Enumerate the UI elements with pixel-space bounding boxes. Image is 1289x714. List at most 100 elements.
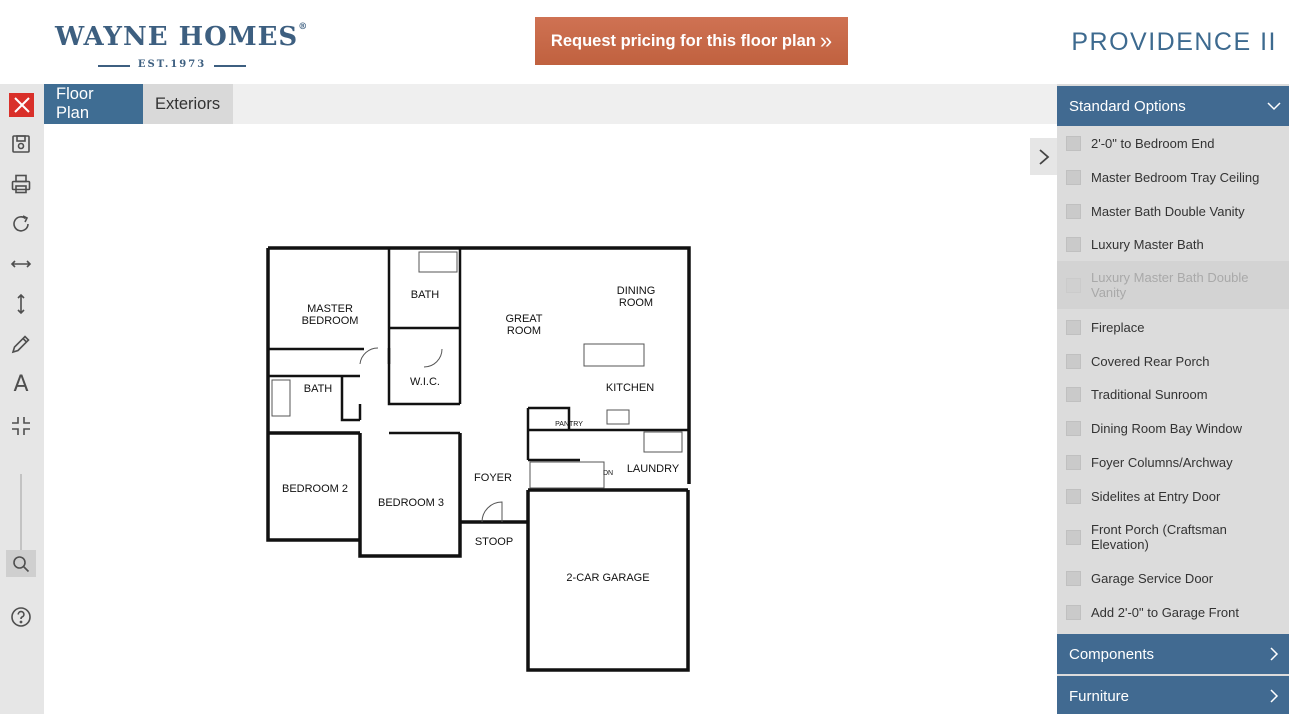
option-bedroom-end[interactable]: 2'-0" to Bedroom End: [1057, 133, 1289, 153]
room-label-great-1: GREAT: [505, 313, 542, 325]
collapse-panel-button[interactable]: [1030, 138, 1057, 175]
option-label: Fireplace: [1091, 319, 1145, 335]
furniture-title: Furniture: [1069, 687, 1130, 705]
option-checkbox[interactable]: [1066, 570, 1081, 586]
room-label-pantry: PANTRY: [555, 421, 583, 428]
zoom-slider-track[interactable]: [20, 474, 22, 550]
option-label: 2'-0" to Bedroom End: [1091, 135, 1215, 151]
redo-icon: [13, 215, 29, 232]
zoom-slider-thumb[interactable]: [6, 550, 36, 577]
help-button[interactable]: [8, 604, 34, 630]
request-pricing-button[interactable]: Request pricing for this floor plan »: [535, 17, 848, 65]
room-label-bedroom-3: BEDROOM 3: [378, 497, 444, 509]
room-label-stoop: STOOP: [475, 536, 513, 548]
fit-view-button[interactable]: [8, 413, 34, 439]
components-title: Components: [1069, 645, 1155, 663]
wayne-homes-logo[interactable]: WAYNE HOMES® EST.1973: [55, 22, 307, 72]
option-sidelites[interactable]: Sidelites at Entry Door: [1057, 486, 1289, 506]
tab-floor-plan[interactable]: Floor Plan: [44, 84, 143, 124]
room-label-master-1: MASTER: [307, 303, 353, 315]
search-icon: [13, 555, 30, 572]
room-label-laundry: LAUNDRY: [627, 463, 680, 475]
option-label: Add 2'-0" to Garage Front: [1091, 604, 1240, 620]
text-icon: A: [13, 371, 29, 397]
option-label: Covered Rear Porch: [1091, 353, 1210, 369]
option-garage-service-door[interactable]: Garage Service Door: [1057, 568, 1289, 588]
option-checkbox[interactable]: [1066, 203, 1081, 219]
left-toolbar: A: [0, 84, 44, 714]
option-luxury-master-bath[interactable]: Luxury Master Bath: [1057, 234, 1289, 254]
option-checkbox[interactable]: [1066, 353, 1081, 369]
save-icon: [12, 135, 30, 153]
furniture-header[interactable]: Furniture: [1057, 676, 1289, 714]
option-tray-ceiling[interactable]: Master Bedroom Tray Ceiling: [1057, 167, 1289, 187]
option-checkbox[interactable]: [1066, 604, 1081, 620]
option-luxury-double-vanity: Luxury Master Bath Double Vanity: [1057, 261, 1289, 309]
option-label: Traditional Sunroom: [1091, 386, 1208, 402]
print-icon: [11, 174, 31, 194]
save-button[interactable]: [8, 131, 34, 157]
option-checkbox[interactable]: [1066, 135, 1081, 151]
option-dining-bay-window[interactable]: Dining Room Bay Window: [1057, 418, 1289, 438]
floor-plan-svg: MASTER BEDROOM BATH GREAT ROOM DINING RO…: [266, 246, 691, 672]
option-covered-rear-porch[interactable]: Covered Rear Porch: [1057, 351, 1289, 371]
option-checkbox[interactable]: [1066, 386, 1081, 402]
tab-exteriors[interactable]: Exteriors: [143, 84, 233, 124]
room-label-master-2: BEDROOM: [302, 315, 359, 327]
room-label-kitchen: KITCHEN: [606, 382, 654, 394]
option-label: Foyer Columns/Archway: [1091, 454, 1233, 470]
help-icon: [11, 607, 31, 627]
request-pricing-label: Request pricing for this floor plan: [550, 31, 816, 50]
close-button[interactable]: [9, 93, 34, 117]
plan-name: PROVIDENCE II: [1071, 28, 1277, 56]
close-icon: [13, 97, 30, 113]
collapse-icon: [12, 417, 30, 435]
horizontal-measure-button[interactable]: [8, 251, 34, 277]
components-header[interactable]: Components: [1057, 634, 1289, 674]
draw-button[interactable]: [8, 331, 34, 357]
vertical-measure-button[interactable]: [8, 291, 34, 317]
option-traditional-sunroom[interactable]: Traditional Sunroom: [1057, 384, 1289, 404]
option-checkbox[interactable]: [1066, 236, 1081, 252]
option-label: Luxury Master Bath: [1091, 236, 1204, 252]
option-label: Luxury Master Bath Double Vanity: [1091, 270, 1249, 300]
option-checkbox[interactable]: [1066, 454, 1081, 470]
stair-label-dn: DN: [603, 470, 613, 477]
logo-registered-mark: ®: [298, 22, 309, 32]
room-label-wic: W.I.C.: [410, 376, 440, 388]
room-label-bath-left: BATH: [304, 383, 333, 395]
option-label: Dining Room Bay Window: [1091, 420, 1243, 436]
option-checkbox[interactable]: [1066, 420, 1081, 436]
options-panel: Standard Options 2'-0" to Bedroom End Ma…: [1057, 84, 1289, 714]
standard-options-header[interactable]: Standard Options: [1057, 86, 1289, 126]
option-master-double-vanity[interactable]: Master Bath Double Vanity: [1057, 201, 1289, 221]
option-checkbox[interactable]: [1066, 488, 1081, 504]
logo-text: WAYNE HOMES: [55, 22, 299, 52]
room-label-dining-1: DINING: [617, 285, 656, 297]
option-fireplace[interactable]: Fireplace: [1057, 317, 1289, 337]
print-button[interactable]: [8, 171, 34, 197]
room-label-foyer: FOYER: [474, 472, 512, 484]
chevron-right-icon: [1270, 689, 1279, 703]
option-checkbox[interactable]: [1066, 169, 1081, 185]
option-label: Garage Service Door: [1091, 570, 1214, 586]
interior-walls: [268, 248, 688, 462]
logo-established: EST.1973: [98, 59, 246, 70]
option-garage-front[interactable]: Add 2'-0" to Garage Front: [1057, 602, 1289, 622]
option-checkbox[interactable]: [1066, 319, 1081, 335]
text-tool-button[interactable]: A: [8, 371, 34, 397]
option-label: Sidelites at Entry Door: [1091, 488, 1221, 504]
room-label-garage: 2-CAR GARAGE: [566, 572, 649, 584]
horizontal-measure-icon: [10, 260, 32, 268]
room-label-bedroom-2: BEDROOM 2: [282, 483, 348, 495]
room-label-bath-top: BATH: [411, 289, 440, 301]
redo-button[interactable]: [8, 211, 34, 237]
app-root: WAYNE HOMES® EST.1973 Request pricing fo…: [0, 0, 1289, 714]
option-checkbox: [1066, 277, 1081, 293]
option-checkbox[interactable]: [1066, 529, 1081, 545]
option-foyer-columns[interactable]: Foyer Columns/Archway: [1057, 452, 1289, 472]
floor-plan-drawing[interactable]: MASTER BEDROOM BATH GREAT ROOM DINING RO…: [264, 244, 694, 674]
vertical-measure-icon: [17, 293, 25, 315]
option-front-porch[interactable]: Front Porch (Craftsman Elevation): [1057, 522, 1289, 552]
chevron-right-icon: [1038, 148, 1049, 165]
